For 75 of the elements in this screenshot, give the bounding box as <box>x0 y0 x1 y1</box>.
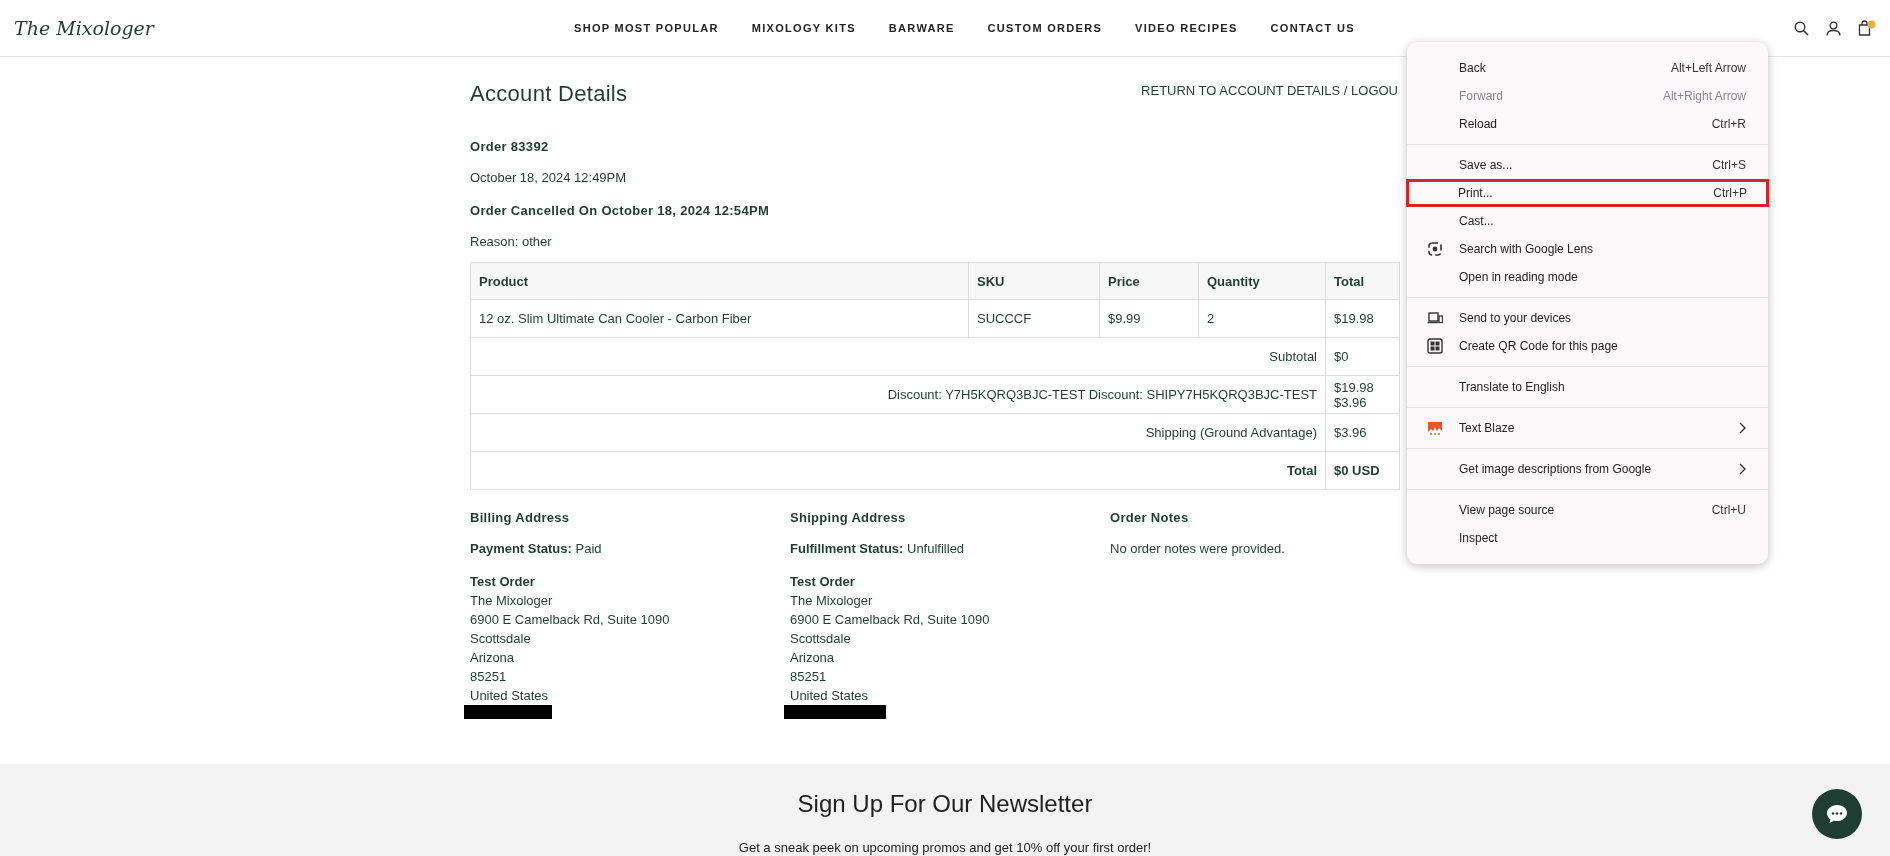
flame-logo-icon <box>1427 420 1443 436</box>
address-line: 6900 E Camelback Rd, Suite 1090 <box>790 611 991 629</box>
status-text: Payment Status: Paid <box>470 540 603 558</box>
table-cell: 12 oz. Slim Ultimate Can Cooler - Carbon Fiber <box>470 299 969 338</box>
menu-item[interactable]: Translate to English <box>1407 373 1768 401</box>
page-title: Account Details <box>470 81 628 107</box>
table-cell: $19.98 <box>1325 299 1400 338</box>
menu-item[interactable]: View page source Ctrl+U <box>1407 496 1768 524</box>
summary-value: $3.96 <box>1325 413 1400 452</box>
address-name: Test Order <box>790 573 856 591</box>
cancellation-notice: Order Cancelled On October 18, 2024 12:54PM <box>470 203 771 218</box>
menu-item[interactable]: Reload Ctrl+R <box>1407 110 1768 138</box>
shopping-bag-icon[interactable] <box>1858 20 1876 36</box>
newsletter-title: Sign Up For Our Newsletter <box>797 790 1093 818</box>
menu-item[interactable]: Text Blaze <box>1407 414 1768 442</box>
menu-item[interactable]: Send to your devices <box>1407 304 1768 332</box>
menu-item[interactable]: Inspect <box>1407 524 1768 552</box>
table-cell: $9.99 <box>1099 299 1199 338</box>
summary-label: Total <box>470 451 1326 490</box>
menu-item[interactable]: Print... Ctrl+P <box>1406 179 1769 207</box>
menu-item[interactable]: Create QR Code for this page <box>1407 332 1768 360</box>
cancellation-reason: Reason: other <box>470 234 553 249</box>
address-line: 85251 <box>470 668 508 686</box>
section-title: Order Notes <box>1110 510 1190 525</box>
section-title: Billing Address <box>470 510 571 525</box>
column-header: Price <box>1099 262 1199 300</box>
order-number: Order 83392 <box>470 139 550 154</box>
nav-link[interactable]: MIXOLOGY KITS <box>751 22 856 34</box>
nav-link[interactable]: SHOP MOST POPULAR <box>574 22 719 34</box>
column-header: Total <box>1325 262 1400 300</box>
address-line: Arizona <box>470 649 516 667</box>
address-line: Scottsdale <box>470 630 532 648</box>
account-links[interactable]: RETURN TO ACCOUNT DETAILS / LOGOU <box>1141 83 1398 98</box>
summary-value: $0 USD <box>1325 451 1400 490</box>
status-text: No order notes were provided. <box>1110 540 1286 558</box>
address-line: 6900 E Camelback Rd, Suite 1090 <box>470 611 671 629</box>
menu-item[interactable]: Get image descriptions from Google <box>1407 455 1768 483</box>
search-icon[interactable] <box>1794 20 1809 36</box>
address-name: Test Order <box>470 573 536 591</box>
address-line: The Mixologer <box>470 592 554 610</box>
table-cell: 2 <box>1198 299 1326 338</box>
chat-bubble-icon <box>1826 804 1848 824</box>
camera-search-icon <box>1427 241 1443 257</box>
menu-item[interactable]: Cast... <box>1407 207 1768 235</box>
nav-link[interactable]: CUSTOM ORDERS <box>987 22 1103 34</box>
address-line: 85251 <box>790 668 828 686</box>
menu-item[interactable]: Back Alt+Left Arrow <box>1407 54 1768 82</box>
user-icon[interactable] <box>1826 20 1841 36</box>
nav-link[interactable]: VIDEO RECIPES <box>1135 22 1238 34</box>
summary-label: Shipping (Ground Advantage) <box>470 413 1326 452</box>
summary-label: Discount: Y7H5KQRQ3BJC-TEST Discount: SHIPY7H5KQRQ3BJC-TEST <box>470 375 1326 414</box>
address-line: United States <box>790 687 870 705</box>
address-line: The Mixologer <box>790 592 874 610</box>
qr-code-icon <box>1427 338 1443 354</box>
address-line: United States <box>470 687 550 705</box>
status-text: Fulfillment Status: Unfulfilled <box>790 540 966 558</box>
column-header: SKU <box>968 262 1100 300</box>
summary-value: $0 <box>1325 337 1400 376</box>
order-date: October 18, 2024 12:49PM <box>470 170 628 185</box>
summary-value: $19.98 $3.96 <box>1325 375 1400 414</box>
nav-link[interactable]: CONTACT US <box>1270 22 1355 34</box>
menu-item[interactable]: Save as... Ctrl+S <box>1407 151 1768 179</box>
table-cell: SUCCCF <box>968 299 1100 338</box>
menu-item[interactable]: Open in reading mode <box>1407 263 1768 291</box>
address-line: Arizona <box>790 649 836 667</box>
menu-item[interactable]: Search with Google Lens <box>1407 235 1768 263</box>
section-title: Shipping Address <box>790 510 907 525</box>
nav-link[interactable]: BARWARE <box>888 22 955 34</box>
newsletter-text: Get a sneak peek on upcoming promos and get 10% off your first order! <box>738 840 1152 855</box>
summary-label: Subtotal <box>470 337 1326 376</box>
devices-icon <box>1427 310 1443 326</box>
column-header: Product <box>470 262 969 300</box>
address-line: Scottsdale <box>790 630 852 648</box>
column-header: Quantity <box>1198 262 1326 300</box>
site-logo[interactable]: The Mixologer <box>14 17 574 39</box>
